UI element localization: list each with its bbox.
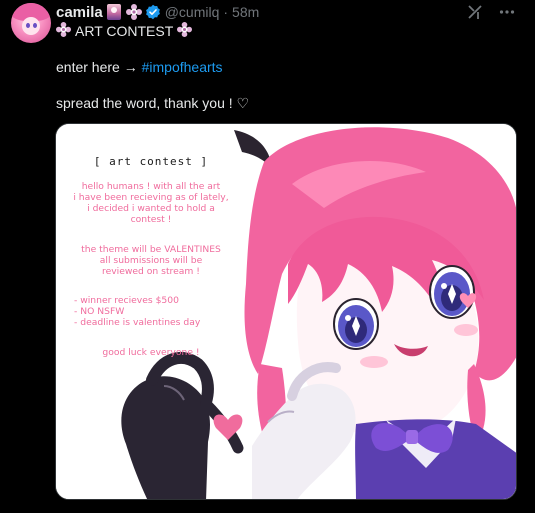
more-icon[interactable] [497,2,517,22]
post-header: camila @cumilq · 58m [56,2,259,22]
enter-here-text: enter here → [56,59,138,75]
contest-theme-line: all submissions will be [99,255,203,266]
post-time[interactable]: 58m [232,4,259,20]
contest-intro: hello humans ! with all the art i have b… [56,181,246,225]
contest-closing: good luck everyone ! [102,347,200,358]
post-text-line1: ART CONTEST [56,22,193,40]
post-text-line2: enter here → #impofhearts [56,59,223,75]
flower-emoji-icon [56,22,71,40]
avatar-eye [33,23,37,28]
contest-intro-line: hello humans ! with all the art [81,181,221,192]
grok-icon[interactable] [465,2,485,22]
contest-theme-line: the theme will be VALENTINES [81,244,221,255]
post-actions-top [465,2,517,22]
contest-rule: - NO NSFW [74,306,125,317]
contest-intro-line: contest ! [130,214,172,225]
contest-rule: - deadline is valentines day [74,317,201,328]
post-text-line3: spread the word, thank you ! ♡ [56,95,250,111]
avatar-eye [26,23,30,28]
contest-rule: - winner recieves $500 [74,295,179,306]
contest-title: [ art contest ] [93,155,209,168]
hashtag-link[interactable]: #impofhearts [142,59,223,75]
tarot-card-emoji [106,4,121,20]
contest-rules: - winner recieves $500 - NO NSFW - deadl… [74,295,244,328]
flower-emoji-icon [177,22,193,40]
contest-intro-line: i decided i wanted to hold a [87,203,215,214]
contest-intro-line: i have been recieving as of lately, [73,192,229,203]
separator-dot: · [223,4,229,20]
verified-badge-icon[interactable] [145,4,161,20]
post-image[interactable]: [ art contest ] hello humans ! with all … [55,123,517,500]
contest-theme: the theme will be VALENTINES all submiss… [56,244,246,277]
flower-badge-icon[interactable] [125,4,142,20]
display-name[interactable]: camila [56,4,103,21]
avatar[interactable] [11,3,51,43]
user-handle[interactable]: @cumilq [165,4,220,20]
avatar-face [22,17,40,35]
contest-theme-line: reviewed on stream ! [102,266,200,277]
post-headline: ART CONTEST [75,23,174,39]
